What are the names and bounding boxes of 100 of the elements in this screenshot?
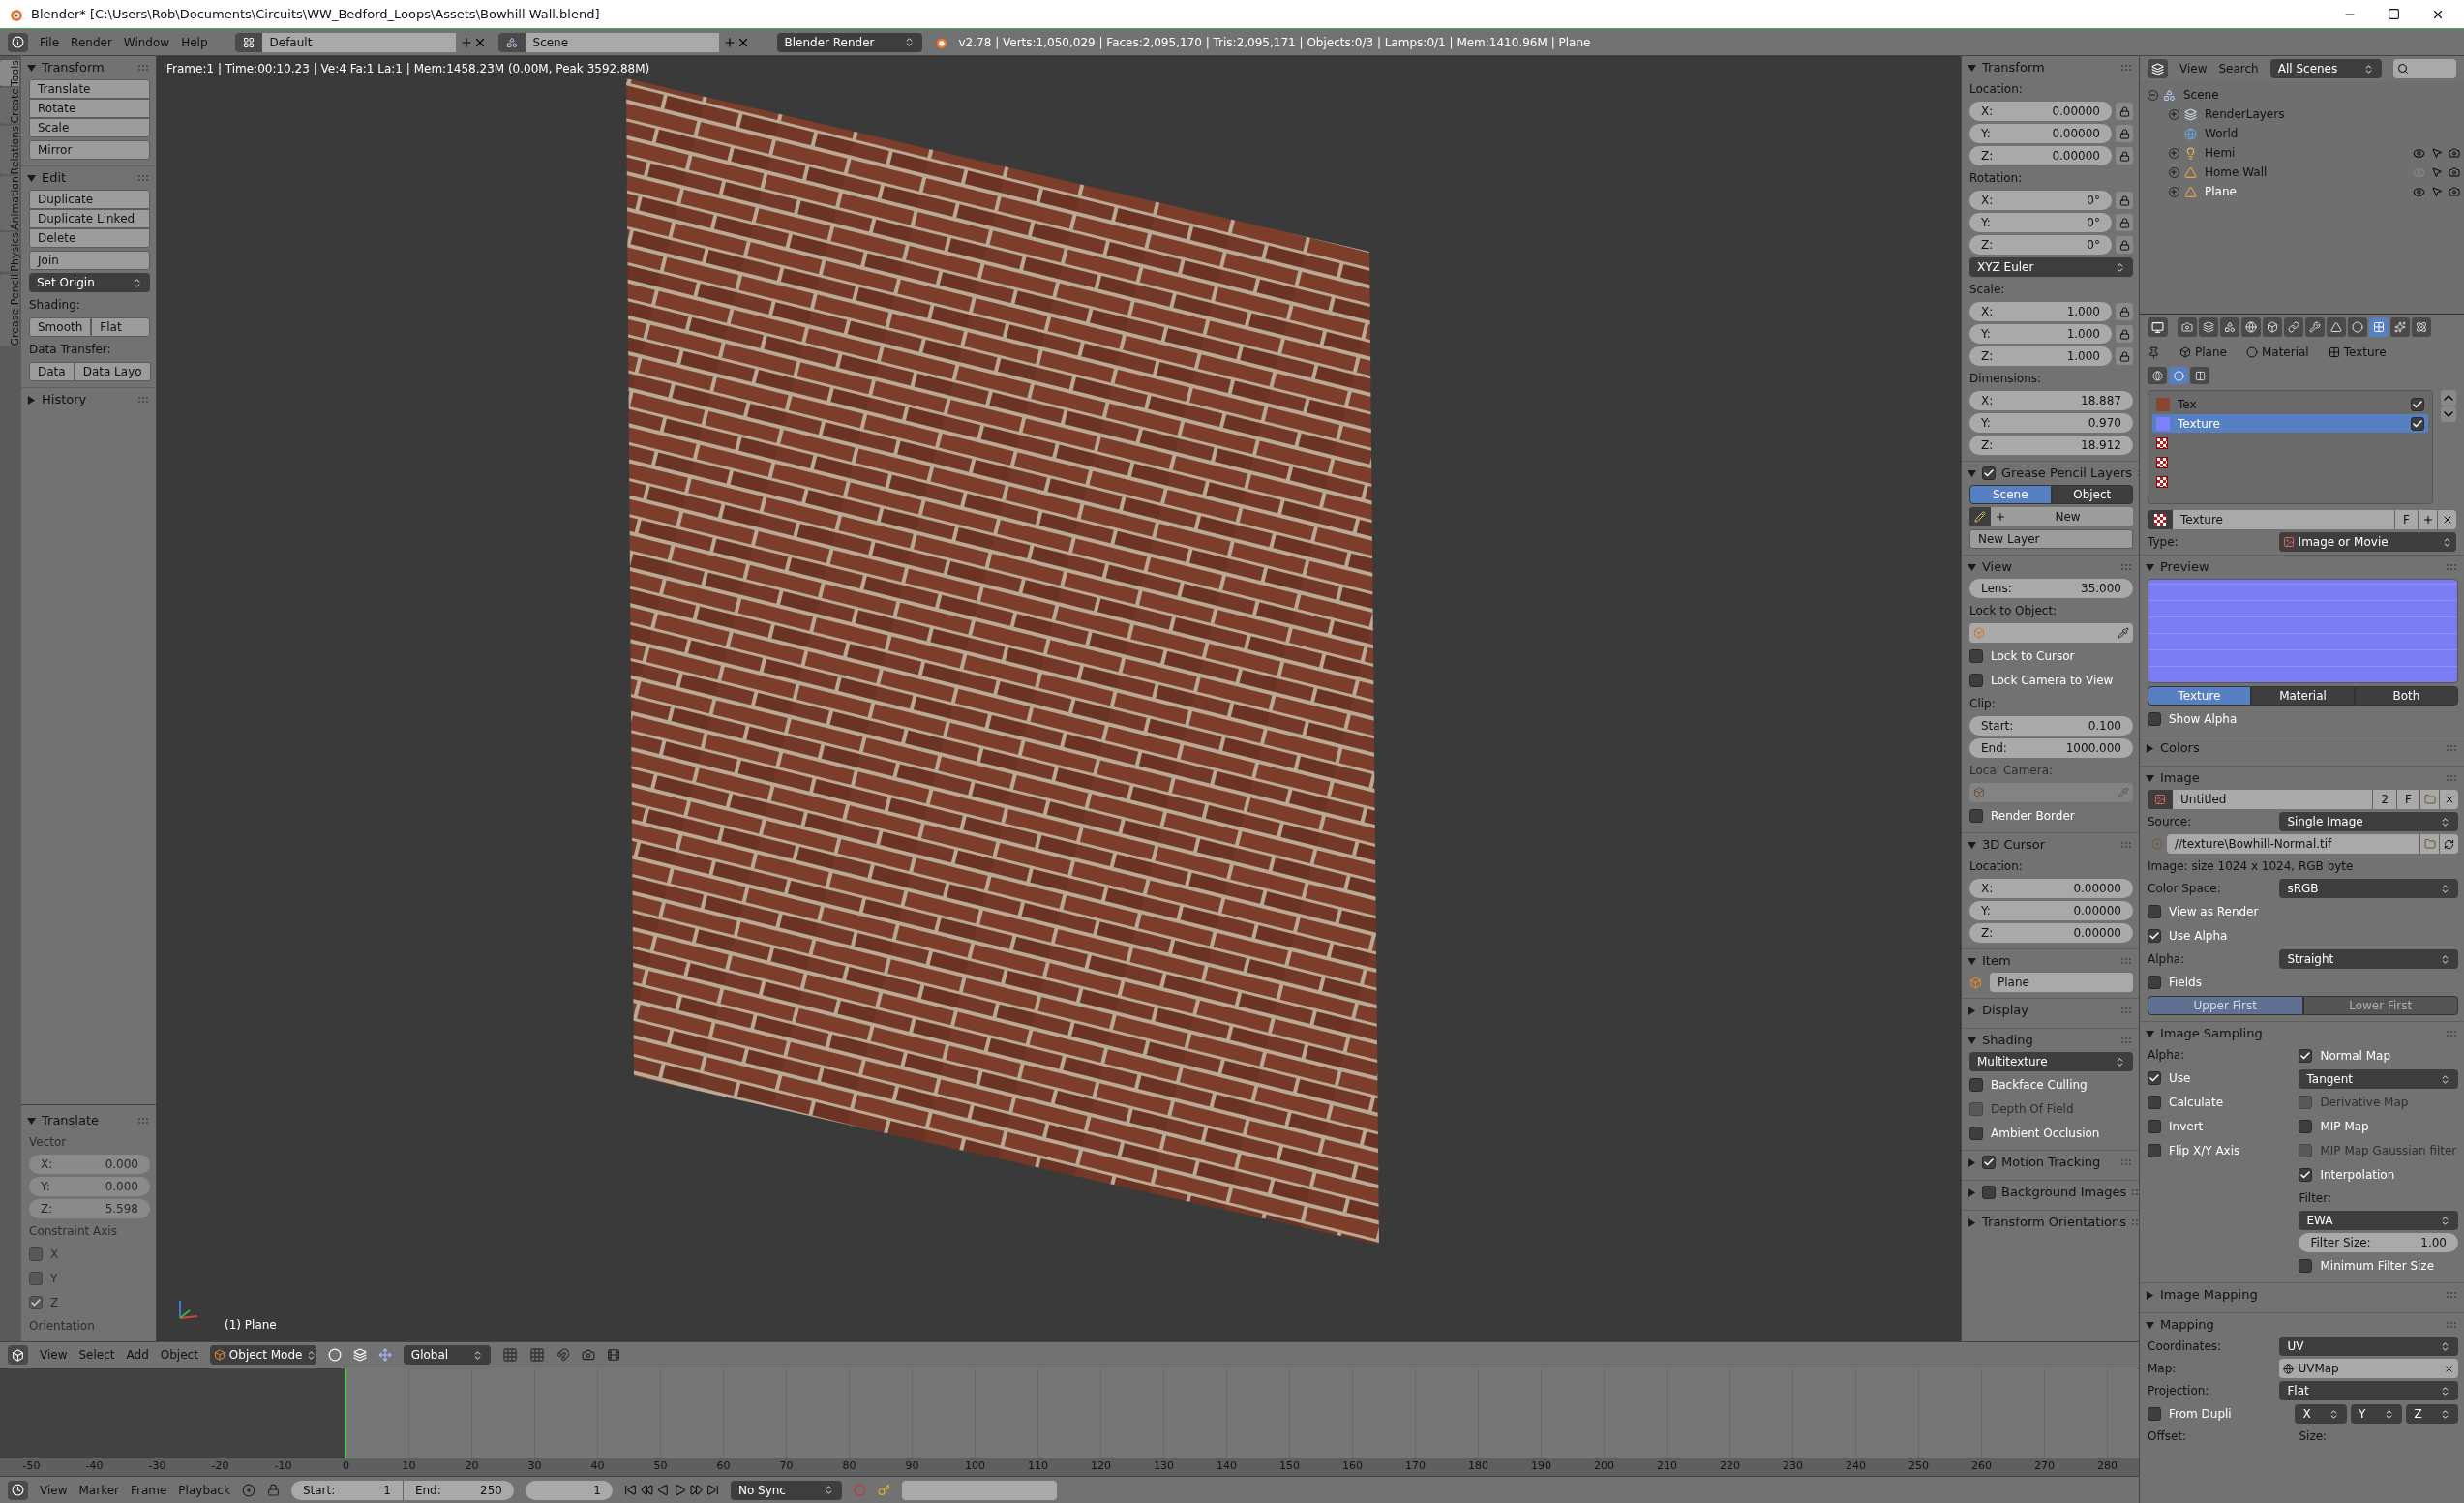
play-reverse-icon[interactable] — [656, 1484, 670, 1496]
shelf-tab[interactable]: Relations — [0, 125, 19, 175]
drag-grip-icon[interactable] — [2121, 1037, 2133, 1043]
editor-type-button[interactable] — [8, 1480, 28, 1500]
collapse-triangle-icon[interactable] — [27, 173, 36, 183]
number-field[interactable]: X: 0.00000 — [1969, 879, 2133, 898]
tool-button[interactable]: Flat — [91, 317, 150, 337]
dropdown[interactable]: Blender Render — [776, 32, 922, 52]
dropdown[interactable]: Y — [2350, 1404, 2403, 1424]
expand-icon[interactable] — [2168, 108, 2179, 120]
updown-arrows-icon[interactable] — [2115, 261, 2125, 273]
checkbox[interactable] — [2299, 1120, 2313, 1133]
add-icon[interactable] — [459, 35, 473, 49]
drag-grip-icon[interactable] — [2447, 564, 2458, 570]
editor-type-button[interactable] — [2148, 59, 2168, 78]
menu-item[interactable]: Render — [71, 33, 112, 51]
texture-slot[interactable]: Texture — [2152, 414, 2428, 433]
next-keyframe-icon[interactable] — [689, 1484, 703, 1496]
menu-item[interactable]: View — [2179, 60, 2208, 77]
number-field[interactable]: Z: 0.00000 — [1969, 923, 2133, 943]
layout-field[interactable]: Default — [261, 32, 456, 52]
dropdown[interactable]: EWA — [2299, 1211, 2458, 1230]
checkbox[interactable] — [2411, 397, 2424, 411]
toggle-option[interactable]: Texture — [2148, 686, 2251, 706]
dropdown[interactable]: All Scenes — [2269, 59, 2382, 78]
checkbox[interactable] — [2148, 905, 2161, 918]
panel-title[interactable]: Translate — [42, 1111, 100, 1130]
current-frame-field[interactable]: 1 — [525, 1480, 613, 1500]
editor-type-button[interactable] — [2148, 317, 2168, 337]
panel-title[interactable]: Shading — [1982, 1031, 2033, 1050]
collapse-triangle-icon[interactable] — [2146, 1029, 2154, 1038]
context-tab[interactable] — [2220, 317, 2239, 337]
updown-arrows-icon[interactable] — [2440, 1385, 2450, 1397]
panel-title[interactable]: Transform — [1982, 58, 2045, 77]
tool-button[interactable]: Duplicate Linked — [29, 209, 150, 228]
context-tab[interactable] — [2241, 317, 2261, 337]
expand-triangle-icon[interactable] — [1968, 1187, 1976, 1197]
drag-grip-icon[interactable] — [2121, 1159, 2133, 1165]
dropdown[interactable]: Z — [2406, 1404, 2458, 1424]
checkbox[interactable] — [1969, 649, 1983, 663]
lock-icon[interactable] — [2116, 214, 2133, 231]
end-frame-field[interactable]: End: 250 — [402, 1480, 514, 1500]
drag-grip-icon[interactable] — [138, 1118, 150, 1124]
menu-item[interactable]: Window — [123, 33, 170, 51]
drag-grip-icon[interactable] — [138, 175, 150, 181]
toggle-option[interactable]: Object — [2051, 485, 2133, 504]
add-icon[interactable] — [2421, 514, 2434, 526]
tool-button[interactable]: Duplicate — [29, 190, 150, 209]
menu-item[interactable]: Playback — [178, 1481, 230, 1499]
number-field[interactable]: X: 0.00000 — [1969, 102, 2112, 121]
panel-title[interactable]: 3D Cursor — [1982, 835, 2046, 855]
checkbox[interactable] — [1969, 674, 1983, 687]
expand-triangle-icon[interactable] — [2146, 743, 2154, 753]
lock-icon[interactable] — [266, 1484, 280, 1496]
dropdown[interactable]: sRGB — [2279, 879, 2458, 898]
panel-title[interactable]: Transform Orientations — [1982, 1213, 2126, 1232]
expand-triangle-icon[interactable] — [1968, 1006, 1976, 1015]
tool-button[interactable]: Delete — [29, 228, 150, 248]
texture-slot[interactable]: Tex — [2152, 395, 2428, 413]
lock-icon[interactable] — [2116, 347, 2133, 365]
pivot-icon[interactable] — [352, 1348, 367, 1362]
shelf-tab[interactable]: Physics — [0, 232, 19, 272]
number-field[interactable]: Y: 0.00000 — [1969, 124, 2112, 143]
shading-icon[interactable] — [327, 1348, 342, 1362]
updown-arrows-icon[interactable] — [2440, 883, 2450, 894]
context-tab[interactable] — [2199, 317, 2218, 337]
number-field[interactable]: Start: 0.100 — [1969, 716, 2133, 736]
clear-icon[interactable] — [2444, 1363, 2454, 1374]
collapse-triangle-icon[interactable] — [27, 63, 36, 73]
texture-name-field[interactable]: Texture — [2173, 510, 2395, 529]
checkbox[interactable] — [2148, 1407, 2161, 1421]
number-field[interactable]: X: 0° — [1969, 191, 2112, 210]
expand-icon[interactable] — [2168, 186, 2179, 197]
outliner-item[interactable]: Scene — [2183, 86, 2219, 104]
move-up-icon[interactable] — [2441, 390, 2456, 406]
updown-arrows-icon[interactable] — [132, 277, 142, 288]
layers-icon[interactable] — [501, 1347, 518, 1363]
texture-context-button[interactable] — [2190, 367, 2209, 384]
type-dropdown[interactable]: Image or Movie — [2278, 532, 2456, 552]
toggle-option[interactable]: Both — [2355, 686, 2458, 706]
updown-arrows-icon[interactable] — [2440, 1408, 2450, 1420]
outliner-item[interactable]: World — [2205, 125, 2239, 142]
collapse-triangle-icon[interactable] — [27, 1116, 36, 1126]
eyedropper-icon[interactable] — [2118, 627, 2129, 639]
manipulator-icon[interactable] — [377, 1348, 392, 1362]
keying-set-field[interactable] — [901, 1480, 1057, 1500]
dropdown[interactable]: Multitexture — [1969, 1052, 2133, 1071]
tool-button[interactable]: New Layer — [1969, 529, 2133, 549]
menu-item[interactable]: View — [40, 1481, 68, 1499]
toggle-option[interactable]: Scene — [1969, 485, 2052, 504]
tool-button[interactable]: Mirror — [29, 140, 150, 160]
shelf-tab[interactable]: Create — [0, 88, 19, 124]
add-icon[interactable] — [722, 35, 736, 49]
checkbox[interactable] — [1982, 1186, 1996, 1199]
camera-icon[interactable] — [2449, 165, 2460, 178]
checkbox[interactable] — [1969, 1127, 1983, 1140]
outliner-item[interactable]: Plane — [2205, 183, 2237, 200]
maximize-icon[interactable] — [2388, 7, 2400, 20]
checkbox[interactable] — [2299, 1259, 2313, 1273]
pencil-icon[interactable] — [1974, 511, 1986, 523]
